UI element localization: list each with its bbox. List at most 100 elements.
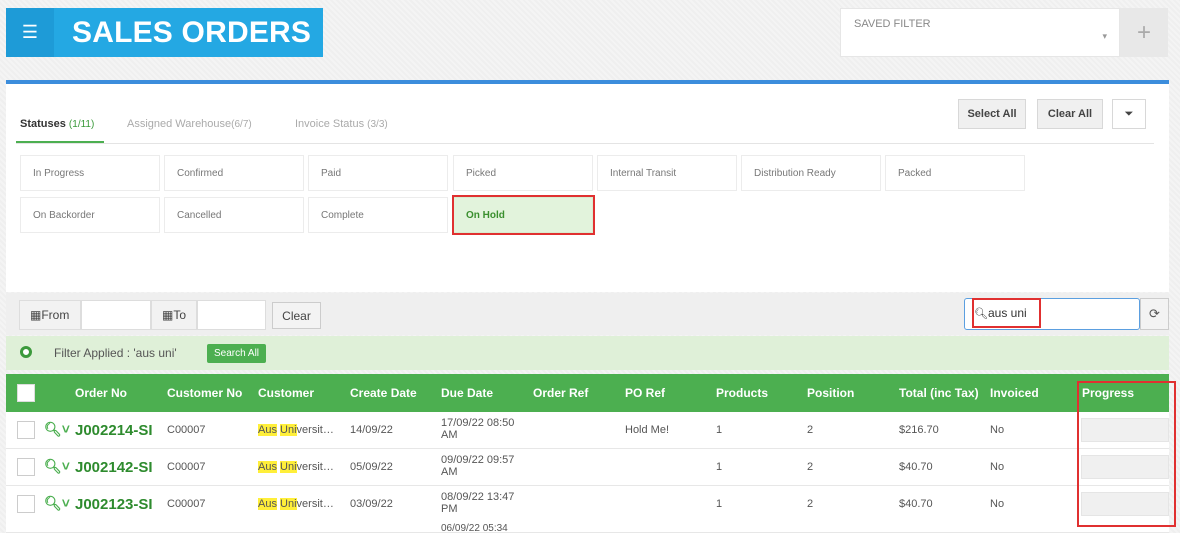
to-date-input[interactable] [197,300,266,330]
highlight: Uni [280,498,297,510]
customer-no: C00007 [167,461,206,473]
col-total[interactable]: Total (inc Tax) [899,386,979,400]
invoiced: No [990,424,1005,436]
due-date-line: 08/09/22 13:47 [441,491,515,503]
from-label: From [41,308,70,322]
highlight: Aus [258,424,277,436]
invoiced: No [990,461,1005,473]
due-date-ampm: AM [441,466,458,478]
order-number[interactable]: J002214-SI [75,422,153,439]
add-filter-button[interactable]: + [1120,8,1168,57]
status-cancelled[interactable]: Cancelled [164,197,304,233]
col-products[interactable]: Products [716,386,768,400]
tab-label: Invoice Status [295,118,365,130]
total: $40.70 [899,461,933,473]
status-paid[interactable]: Paid [308,155,448,191]
saved-filter-label: SAVED FILTER [854,18,931,30]
clear-dates-button[interactable]: Clear [272,302,321,329]
annotation-box [452,195,595,235]
from-addon: ▦ From [19,300,81,330]
invoiced: No [990,498,1005,510]
highlight: Aus [258,461,277,473]
tab-count: (1/11) [68,119,95,130]
table-row[interactable]: 06/09/22 05:34 [6,522,1169,533]
col-customer[interactable]: Customer [258,386,314,400]
col-create-date[interactable]: Create Date [350,386,417,400]
customer-name: Aus Universit… [258,498,334,510]
products: 1 [716,461,723,473]
customer-no: C00007 [167,498,206,510]
po-ref: Hold Me! [625,424,670,436]
search-icon[interactable]: 🔍︎˅ [44,421,70,438]
position: 2 [807,498,814,510]
customer-rest: versit… [296,498,334,510]
tab-count: (3/3) [367,119,388,130]
select-all-button[interactable]: Select All [958,99,1026,129]
search-all-button[interactable]: Search All [207,344,266,363]
highlight: Uni [280,461,297,473]
search-icon[interactable]: 🔍︎˅ [44,495,70,512]
position: 2 [807,424,814,436]
table-row[interactable]: 🔍︎˅ J002142-SI C00007 Aus Universit… 05/… [6,449,1169,486]
row-checkbox[interactable] [17,495,35,513]
filter-panel: Statuses (1/11) Assigned Warehouse(6/7) … [6,84,1169,292]
total: $40.70 [899,498,933,510]
page-title: SALES ORDERS [54,8,323,57]
due-date-line: 09/09/22 09:57 [441,454,515,466]
status-picked[interactable]: Picked [453,155,593,191]
order-number[interactable]: J002123-SI [75,496,153,513]
col-po-ref[interactable]: PO Ref [625,386,665,400]
highlight: Uni [280,424,297,436]
status-packed[interactable]: Packed [885,155,1025,191]
create-date: 03/09/22 [350,498,393,510]
row-checkbox[interactable] [17,421,35,439]
status-confirmed[interactable]: Confirmed [164,155,304,191]
row-checkbox[interactable] [17,458,35,476]
create-date: 14/09/22 [350,424,393,436]
status-on-backorder[interactable]: On Backorder [20,197,160,233]
tab-label: Statuses [20,118,66,130]
col-order-no[interactable]: Order No [75,386,127,400]
table-header: Order No Customer No Customer Create Dat… [6,374,1169,412]
col-customer-no[interactable]: Customer No [167,386,242,400]
status-internal-transit[interactable]: Internal Transit [597,155,737,191]
create-date: 05/09/22 [350,461,393,473]
hamburger-icon[interactable]: ☰ [6,8,54,57]
annotation-box [1077,381,1176,527]
status-complete[interactable]: Complete [308,197,448,233]
col-position[interactable]: Position [807,386,854,400]
search-icon[interactable]: 🔍︎˅ [44,458,70,475]
tab-assigned-warehouse[interactable]: Assigned Warehouse(6/7) [127,118,252,130]
customer-name: Aus Universit… [258,424,334,436]
date-filter-bar: ▦ From ▦ To Clear 🔍︎ aus uni ⟳ [6,293,1169,335]
col-order-ref[interactable]: Order Ref [533,386,588,400]
clear-all-button[interactable]: Clear All [1037,99,1103,129]
tab-statuses[interactable]: Statuses (1/11) [20,118,94,130]
funnel-icon[interactable]: ⏷ [1112,99,1146,129]
highlight: Aus [258,498,277,510]
due-date: 08/09/22 13:47 PM [441,491,514,515]
table-row[interactable]: 🔍︎˅ J002214-SI C00007 Aus Universit… 14/… [6,412,1169,449]
customer-name: Aus Universit… [258,461,334,473]
products: 1 [716,424,723,436]
select-all-checkbox[interactable] [17,384,35,402]
page-header: ☰ SALES ORDERS [6,8,323,57]
order-number[interactable]: J002142-SI [75,459,153,476]
col-invoiced[interactable]: Invoiced [990,386,1039,400]
due-date: 17/09/22 08:50 AM [441,417,514,441]
saved-filter-select[interactable]: SAVED FILTER ▾ [840,8,1120,57]
refresh-icon[interactable]: ⟳ [1140,298,1169,330]
due-date-ampm: AM [441,429,458,441]
customer-no: C00007 [167,424,206,436]
annotation-box [972,298,1041,328]
status-distribution-ready[interactable]: Distribution Ready [741,155,881,191]
col-due-date[interactable]: Due Date [441,386,493,400]
status-in-progress[interactable]: In Progress [20,155,160,191]
table-row[interactable]: 🔍︎˅ J002123-SI C00007 Aus Universit… 03/… [6,486,1169,523]
products: 1 [716,498,723,510]
due-date: 09/09/22 09:57 AM [441,454,514,478]
from-date-input[interactable] [81,300,151,330]
due-date-line: 17/09/22 08:50 [441,417,515,429]
circle-icon [20,346,32,358]
tab-invoice-status[interactable]: Invoice Status (3/3) [295,118,388,130]
